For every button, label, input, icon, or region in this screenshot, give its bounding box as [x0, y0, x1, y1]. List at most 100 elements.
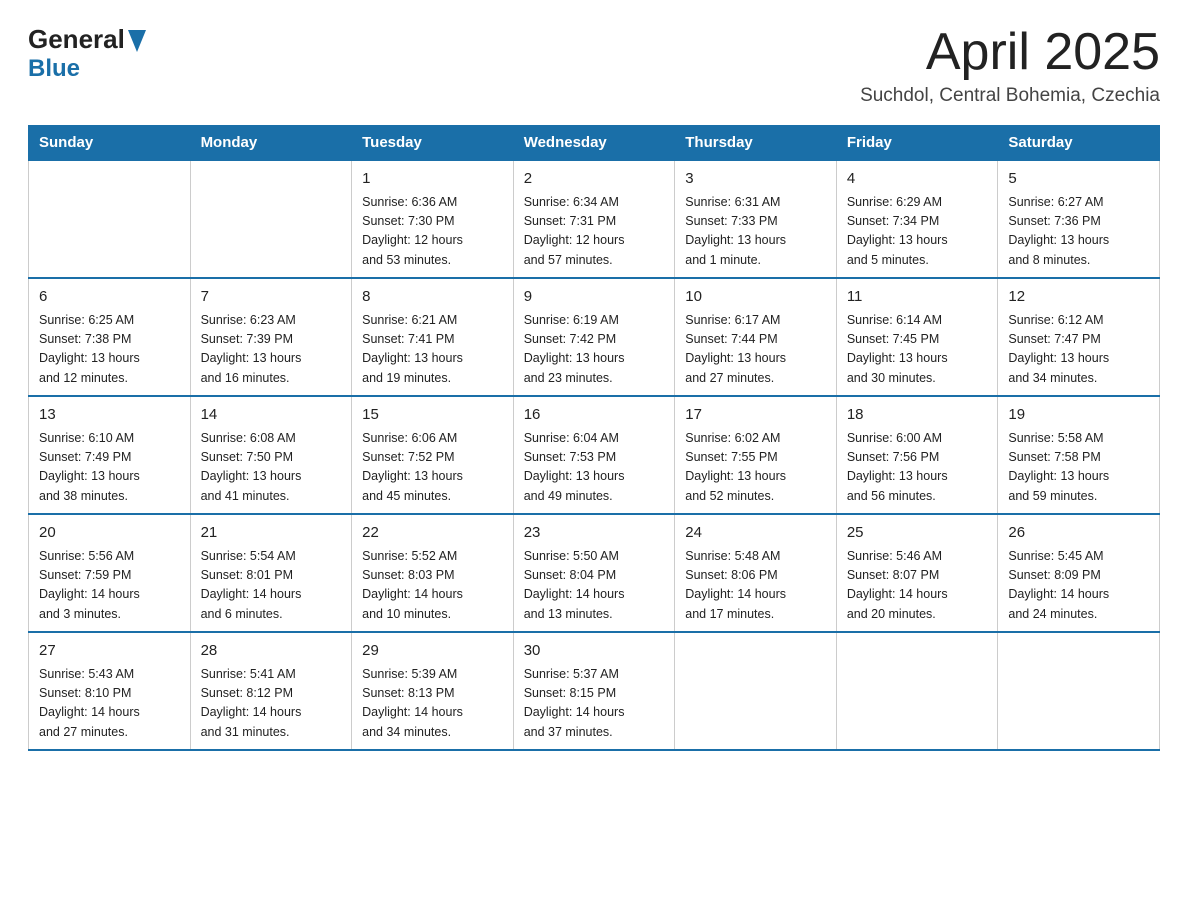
day-number: 15	[362, 404, 503, 427]
day-number: 25	[847, 522, 988, 545]
day-cell: 4Sunrise: 6:29 AMSunset: 7:34 PMDaylight…	[836, 160, 998, 278]
day-info: Sunrise: 5:50 AMSunset: 8:04 PMDaylight:…	[524, 547, 665, 625]
day-number: 17	[685, 404, 826, 427]
day-number: 23	[524, 522, 665, 545]
day-cell: 7Sunrise: 6:23 AMSunset: 7:39 PMDaylight…	[190, 278, 352, 396]
day-cell: 9Sunrise: 6:19 AMSunset: 7:42 PMDaylight…	[513, 278, 675, 396]
day-cell: 22Sunrise: 5:52 AMSunset: 8:03 PMDayligh…	[352, 514, 514, 632]
day-number: 26	[1008, 522, 1149, 545]
day-info: Sunrise: 6:12 AMSunset: 7:47 PMDaylight:…	[1008, 311, 1149, 389]
day-cell: 21Sunrise: 5:54 AMSunset: 8:01 PMDayligh…	[190, 514, 352, 632]
day-cell: 25Sunrise: 5:46 AMSunset: 8:07 PMDayligh…	[836, 514, 998, 632]
header-wednesday: Wednesday	[513, 126, 675, 161]
day-info: Sunrise: 5:39 AMSunset: 8:13 PMDaylight:…	[362, 665, 503, 743]
day-info: Sunrise: 6:14 AMSunset: 7:45 PMDaylight:…	[847, 311, 988, 389]
day-number: 29	[362, 640, 503, 663]
title-block: April 2025 Suchdol, Central Bohemia, Cze…	[860, 24, 1160, 107]
header-thursday: Thursday	[675, 126, 837, 161]
header-monday: Monday	[190, 126, 352, 161]
week-row-1: 1Sunrise: 6:36 AMSunset: 7:30 PMDaylight…	[29, 160, 1160, 278]
day-cell: 17Sunrise: 6:02 AMSunset: 7:55 PMDayligh…	[675, 396, 837, 514]
day-cell: 12Sunrise: 6:12 AMSunset: 7:47 PMDayligh…	[998, 278, 1160, 396]
day-info: Sunrise: 5:45 AMSunset: 8:09 PMDaylight:…	[1008, 547, 1149, 625]
day-number: 3	[685, 168, 826, 191]
day-number: 2	[524, 168, 665, 191]
day-cell	[836, 632, 998, 750]
day-number: 7	[201, 286, 342, 309]
logo-arrow-icon	[128, 30, 146, 52]
day-number: 4	[847, 168, 988, 191]
day-number: 28	[201, 640, 342, 663]
day-cell: 20Sunrise: 5:56 AMSunset: 7:59 PMDayligh…	[29, 514, 191, 632]
day-info: Sunrise: 5:56 AMSunset: 7:59 PMDaylight:…	[39, 547, 180, 625]
day-cell: 18Sunrise: 6:00 AMSunset: 7:56 PMDayligh…	[836, 396, 998, 514]
day-info: Sunrise: 5:41 AMSunset: 8:12 PMDaylight:…	[201, 665, 342, 743]
day-number: 24	[685, 522, 826, 545]
day-info: Sunrise: 6:34 AMSunset: 7:31 PMDaylight:…	[524, 193, 665, 271]
day-number: 1	[362, 168, 503, 191]
day-number: 11	[847, 286, 988, 309]
day-cell: 16Sunrise: 6:04 AMSunset: 7:53 PMDayligh…	[513, 396, 675, 514]
day-info: Sunrise: 6:29 AMSunset: 7:34 PMDaylight:…	[847, 193, 988, 271]
week-row-5: 27Sunrise: 5:43 AMSunset: 8:10 PMDayligh…	[29, 632, 1160, 750]
day-cell: 19Sunrise: 5:58 AMSunset: 7:58 PMDayligh…	[998, 396, 1160, 514]
day-cell	[190, 160, 352, 278]
header-sunday: Sunday	[29, 126, 191, 161]
day-number: 20	[39, 522, 180, 545]
day-info: Sunrise: 6:00 AMSunset: 7:56 PMDaylight:…	[847, 429, 988, 507]
day-info: Sunrise: 5:52 AMSunset: 8:03 PMDaylight:…	[362, 547, 503, 625]
day-number: 21	[201, 522, 342, 545]
day-cell	[29, 160, 191, 278]
day-number: 19	[1008, 404, 1149, 427]
week-row-4: 20Sunrise: 5:56 AMSunset: 7:59 PMDayligh…	[29, 514, 1160, 632]
day-cell: 11Sunrise: 6:14 AMSunset: 7:45 PMDayligh…	[836, 278, 998, 396]
day-info: Sunrise: 5:37 AMSunset: 8:15 PMDaylight:…	[524, 665, 665, 743]
day-number: 13	[39, 404, 180, 427]
day-cell	[675, 632, 837, 750]
day-number: 5	[1008, 168, 1149, 191]
header-tuesday: Tuesday	[352, 126, 514, 161]
day-info: Sunrise: 6:23 AMSunset: 7:39 PMDaylight:…	[201, 311, 342, 389]
day-number: 8	[362, 286, 503, 309]
day-cell: 6Sunrise: 6:25 AMSunset: 7:38 PMDaylight…	[29, 278, 191, 396]
week-row-2: 6Sunrise: 6:25 AMSunset: 7:38 PMDaylight…	[29, 278, 1160, 396]
day-cell: 15Sunrise: 6:06 AMSunset: 7:52 PMDayligh…	[352, 396, 514, 514]
day-cell: 24Sunrise: 5:48 AMSunset: 8:06 PMDayligh…	[675, 514, 837, 632]
logo: General Blue	[28, 24, 146, 83]
day-number: 6	[39, 286, 180, 309]
day-info: Sunrise: 6:17 AMSunset: 7:44 PMDaylight:…	[685, 311, 826, 389]
calendar-table: SundayMondayTuesdayWednesdayThursdayFrid…	[28, 125, 1160, 751]
day-info: Sunrise: 6:36 AMSunset: 7:30 PMDaylight:…	[362, 193, 503, 271]
day-info: Sunrise: 5:43 AMSunset: 8:10 PMDaylight:…	[39, 665, 180, 743]
day-cell: 8Sunrise: 6:21 AMSunset: 7:41 PMDaylight…	[352, 278, 514, 396]
day-info: Sunrise: 6:25 AMSunset: 7:38 PMDaylight:…	[39, 311, 180, 389]
day-info: Sunrise: 5:54 AMSunset: 8:01 PMDaylight:…	[201, 547, 342, 625]
week-row-3: 13Sunrise: 6:10 AMSunset: 7:49 PMDayligh…	[29, 396, 1160, 514]
day-cell: 27Sunrise: 5:43 AMSunset: 8:10 PMDayligh…	[29, 632, 191, 750]
day-info: Sunrise: 6:04 AMSunset: 7:53 PMDaylight:…	[524, 429, 665, 507]
day-cell: 14Sunrise: 6:08 AMSunset: 7:50 PMDayligh…	[190, 396, 352, 514]
day-info: Sunrise: 5:48 AMSunset: 8:06 PMDaylight:…	[685, 547, 826, 625]
day-info: Sunrise: 6:06 AMSunset: 7:52 PMDaylight:…	[362, 429, 503, 507]
day-number: 18	[847, 404, 988, 427]
day-number: 22	[362, 522, 503, 545]
day-cell: 23Sunrise: 5:50 AMSunset: 8:04 PMDayligh…	[513, 514, 675, 632]
day-info: Sunrise: 6:19 AMSunset: 7:42 PMDaylight:…	[524, 311, 665, 389]
day-number: 10	[685, 286, 826, 309]
day-cell: 28Sunrise: 5:41 AMSunset: 8:12 PMDayligh…	[190, 632, 352, 750]
day-cell: 26Sunrise: 5:45 AMSunset: 8:09 PMDayligh…	[998, 514, 1160, 632]
calendar-header: SundayMondayTuesdayWednesdayThursdayFrid…	[29, 126, 1160, 161]
day-info: Sunrise: 6:02 AMSunset: 7:55 PMDaylight:…	[685, 429, 826, 507]
day-info: Sunrise: 6:27 AMSunset: 7:36 PMDaylight:…	[1008, 193, 1149, 271]
calendar-location: Suchdol, Central Bohemia, Czechia	[860, 85, 1160, 107]
day-info: Sunrise: 5:58 AMSunset: 7:58 PMDaylight:…	[1008, 429, 1149, 507]
day-number: 16	[524, 404, 665, 427]
day-cell: 30Sunrise: 5:37 AMSunset: 8:15 PMDayligh…	[513, 632, 675, 750]
calendar-title: April 2025	[860, 24, 1160, 81]
header-saturday: Saturday	[998, 126, 1160, 161]
day-cell: 2Sunrise: 6:34 AMSunset: 7:31 PMDaylight…	[513, 160, 675, 278]
day-cell: 5Sunrise: 6:27 AMSunset: 7:36 PMDaylight…	[998, 160, 1160, 278]
day-number: 12	[1008, 286, 1149, 309]
page-header: General Blue April 2025 Suchdol, Central…	[28, 24, 1160, 107]
logo-general-text: General	[28, 24, 125, 55]
